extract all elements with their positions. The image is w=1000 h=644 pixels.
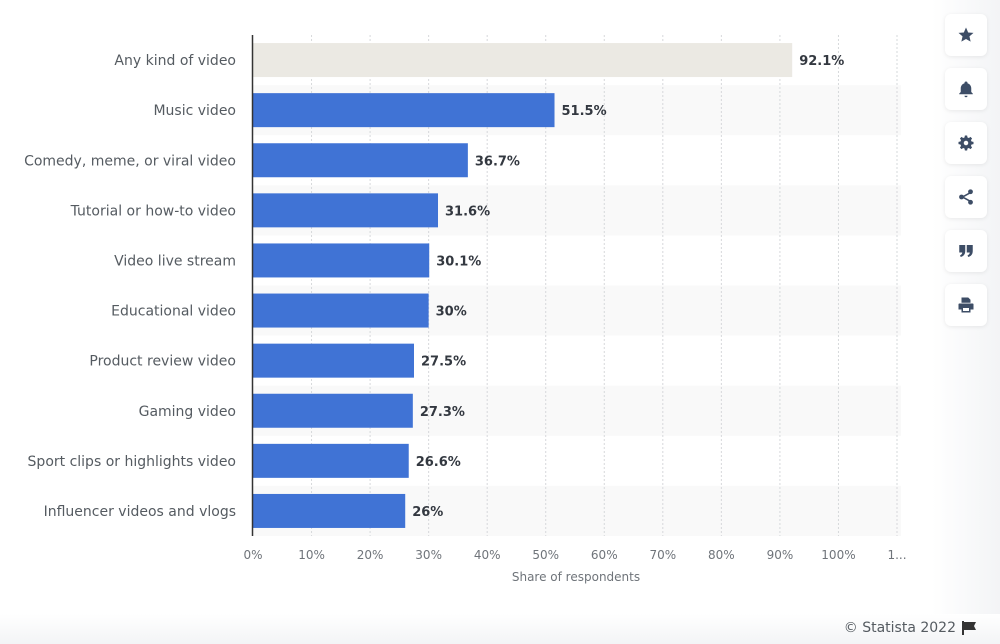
category-label: Video live stream (114, 253, 236, 269)
x-axis-title: Share of respondents (512, 570, 640, 584)
value-label: 27.3% (420, 405, 465, 420)
x-tick-label: 80% (708, 548, 735, 562)
category-label: Music video (153, 103, 236, 119)
favorite-button[interactable] (945, 14, 987, 56)
star-icon (958, 27, 974, 42)
x-tick-label: 1... (887, 548, 906, 562)
copyright-notice: © Statista 2022 (844, 620, 978, 636)
value-label: 31.6% (445, 204, 490, 219)
category-label: Influencer videos and vlogs (44, 504, 236, 520)
category-labels: Any kind of video Music video Comedy, meme… (24, 53, 236, 520)
x-tick-label: 100% (821, 548, 855, 562)
value-label: 51.5% (562, 104, 607, 119)
value-label: 26% (412, 505, 443, 520)
x-tick-label: 10% (298, 548, 325, 562)
flag-icon[interactable] (962, 621, 978, 635)
quote-icon (959, 245, 973, 257)
category-label: Educational video (111, 304, 236, 320)
bar-chart: Any kind of video Music video Comedy, meme… (24, 35, 907, 584)
bar (253, 143, 468, 178)
value-label: 30% (436, 305, 467, 320)
bar (253, 443, 409, 478)
bar (253, 343, 414, 378)
bar (253, 243, 430, 278)
x-tick-labels: 0% 10% 20% 30% 40% 50% 60% 70% 80% 90% 100% 1... (243, 548, 906, 562)
share-icon (959, 189, 973, 205)
x-tick-label: 90% (767, 548, 794, 562)
toolbar-panel (932, 0, 1000, 644)
value-label: 26.6% (416, 455, 461, 470)
category-label: Any kind of video (114, 53, 236, 69)
bar (253, 493, 406, 528)
bar (253, 93, 555, 128)
value-label: 36.7% (475, 154, 520, 169)
category-label: Sport clips or highlights video (28, 454, 236, 470)
bell-icon (959, 81, 973, 98)
value-label: 27.5% (421, 355, 466, 370)
gear-icon (958, 135, 974, 151)
value-label: 92.1% (799, 54, 844, 69)
footer: © Statista 2022 (0, 614, 1000, 644)
value-label: 30.1% (436, 254, 481, 269)
x-tick-label: 30% (415, 548, 442, 562)
print-button[interactable] (945, 284, 987, 326)
bar (253, 43, 793, 78)
printer-icon (958, 297, 974, 313)
category-label: Gaming video (139, 404, 236, 420)
x-tick-label: 50% (532, 548, 559, 562)
category-label: Comedy, meme, or viral video (24, 153, 236, 169)
copyright-text: © Statista 2022 (843, 620, 956, 636)
bar (253, 193, 439, 228)
x-tick-label: 70% (649, 548, 676, 562)
x-tick-label: 60% (591, 548, 618, 562)
cite-button[interactable] (945, 230, 987, 272)
category-label: Product review video (89, 354, 236, 370)
bar (253, 293, 429, 328)
settings-button[interactable] (945, 122, 987, 164)
x-tick-label: 20% (357, 548, 384, 562)
bar (253, 393, 413, 428)
x-tick-label: 0% (243, 548, 262, 562)
x-tick-label: 40% (474, 548, 501, 562)
notification-button[interactable] (945, 68, 987, 110)
category-label: Tutorial or how-to video (70, 203, 236, 219)
share-button[interactable] (945, 176, 987, 218)
